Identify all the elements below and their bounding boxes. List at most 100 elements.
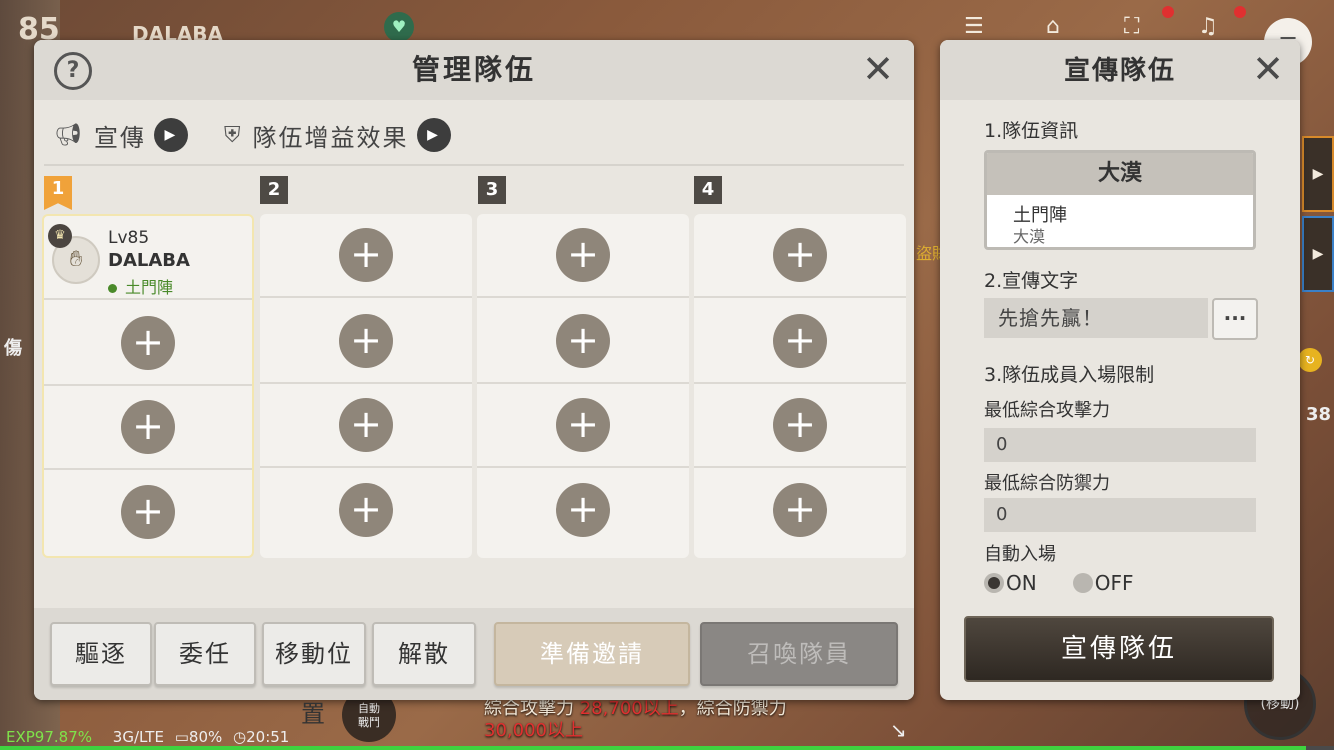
divider <box>44 164 904 166</box>
team-buff-link[interactable]: ⛨ 隊伍增益效果 ▶ <box>224 118 451 152</box>
add-member-button[interactable]: + <box>339 314 393 368</box>
network-status: 3G/LTE <box>112 728 164 746</box>
play-icon[interactable]: ▶ <box>416 118 451 152</box>
section-team-info: 1.隊伍資訊 <box>984 120 1079 142</box>
add-member-button[interactable]: + <box>773 228 827 282</box>
clock-time: 20:51 <box>246 728 290 746</box>
notification-dot <box>1234 6 1246 18</box>
move-position-button[interactable]: 移動位置 <box>262 622 366 728</box>
guild-icon[interactable]: ⌂ <box>1046 14 1060 39</box>
play-icon[interactable]: ▶ <box>153 118 188 152</box>
min-defense-label: 最低綜合防禦力 <box>984 473 1110 494</box>
empty-slot: + <box>477 300 689 384</box>
disband-button[interactable]: 解散 <box>372 622 476 686</box>
empty-slot: + <box>260 300 472 384</box>
close-button[interactable]: ✕ <box>1246 46 1290 92</box>
promote-team-panel: 宣傳隊伍 ✕ 1.隊伍資訊 大漠 土門陣 大漠 2.宣傳文字 先搶先贏！ ···… <box>940 40 1300 700</box>
add-member-button[interactable]: + <box>556 228 610 282</box>
section-entry-limits: 3.隊伍成員入場限制 <box>984 364 1155 386</box>
notification-dot <box>1162 6 1174 18</box>
party-number-4: 4 <box>694 176 722 204</box>
empty-slot: + <box>694 214 906 298</box>
add-member-button[interactable]: + <box>339 228 393 282</box>
manage-team-panel: ? 管理隊伍 ✕ 📢︎ 宣傳 ▶ ⛨ 隊伍增益效果 ▶ 1 2 3 4 ✋︎ ♛… <box>34 40 914 728</box>
member-class: 土門陣 <box>108 274 173 298</box>
empty-slot: + <box>477 214 689 298</box>
team-buff-label: 隊伍增益效果 <box>252 123 409 152</box>
party-column-3: + + + + <box>477 214 689 558</box>
add-member-button[interactable]: + <box>121 485 175 539</box>
side-label: 傷 <box>4 338 22 359</box>
auto-join-on-label: ON <box>1006 571 1037 595</box>
auto-join-radio-group: ON OFF <box>984 570 1169 596</box>
close-button[interactable]: ✕ <box>856 46 900 92</box>
member-slot-leader[interactable]: ✋︎ ♛ Lv85 DALABA 土門陣 <box>44 216 252 300</box>
kick-button[interactable]: 驅逐 <box>50 622 152 686</box>
party-column-2: + + + + <box>260 214 472 558</box>
team-info-map: 大漠 <box>1013 227 1046 246</box>
add-member-button[interactable]: + <box>121 316 175 370</box>
auto-join-on-option[interactable]: ON <box>984 571 1037 595</box>
team-requirement-notice: 綜合攻擊力 28,700以上，綜合防禦力 30,000以上 <box>484 698 787 741</box>
promo-text-field[interactable]: 先搶先贏！ <box>984 298 1208 338</box>
exp-readout: EXP97.87% <box>6 728 92 746</box>
team-info-box: 大漠 土門陣 大漠 <box>984 150 1256 250</box>
ready-invite-button[interactable]: 準備邀請 <box>494 622 690 686</box>
party-number-3: 3 <box>478 176 506 204</box>
shop-icon[interactable]: ⛶ <box>1124 14 1139 39</box>
add-member-button[interactable]: + <box>339 398 393 452</box>
min-attack-input[interactable]: 0 <box>984 428 1256 462</box>
battery-icon: ▭ <box>174 728 189 746</box>
add-member-button[interactable]: + <box>556 483 610 537</box>
empty-slot: + <box>44 386 252 470</box>
add-member-button[interactable]: + <box>556 398 610 452</box>
radio-off[interactable] <box>1072 573 1093 593</box>
panel-toolbar: 📢︎ 宣傳 ▶ ⛨ 隊伍增益效果 ▶ <box>34 110 914 160</box>
party-number-1: 1 <box>44 176 72 210</box>
megaphone-icon: 📢︎ <box>54 122 84 148</box>
refresh-icon[interactable]: ↻ <box>1298 348 1322 372</box>
action-bar: 驅逐 委任 移動位置 解散 準備邀請 召喚隊員 <box>34 608 914 728</box>
team-info-header: 大漠 <box>987 153 1253 195</box>
menu-grid-icon[interactable]: ☰ <box>964 14 984 39</box>
member-name: DALABA <box>108 250 190 271</box>
online-dot-icon <box>108 284 117 293</box>
add-member-button[interactable]: + <box>773 398 827 452</box>
add-member-button[interactable]: + <box>339 483 393 537</box>
section-promo-text: 2.宣傳文字 <box>984 270 1079 292</box>
add-member-button[interactable]: + <box>773 483 827 537</box>
delegate-button[interactable]: 委任 <box>154 622 256 686</box>
promote-team-button[interactable]: 宣傳隊伍 <box>964 616 1274 682</box>
exp-bar <box>0 746 1334 750</box>
panel-title: 管理隊伍 <box>411 53 536 86</box>
promote-link[interactable]: 📢︎ 宣傳 ▶ <box>54 118 188 152</box>
more-options-button[interactable]: ··· <box>1212 298 1258 340</box>
add-member-button[interactable]: + <box>556 314 610 368</box>
summon-members-button[interactable]: 召喚隊員 <box>700 622 898 686</box>
side-tab-arrow[interactable]: ▶ <box>1302 216 1334 292</box>
empty-slot: + <box>477 384 689 468</box>
add-member-button[interactable]: + <box>773 314 827 368</box>
empty-slot: + <box>694 384 906 468</box>
add-member-button[interactable]: + <box>121 400 175 454</box>
auto-join-off-label: OFF <box>1094 571 1134 595</box>
empty-slot: + <box>260 384 472 468</box>
bell-icon[interactable]: ♫ <box>1198 14 1218 39</box>
auto-join-label: 自動入場 <box>984 544 1056 565</box>
member-level: Lv85 <box>108 228 150 248</box>
min-defense-input[interactable]: 0 <box>984 498 1256 532</box>
side-tab-arrow[interactable]: ▶ <box>1302 136 1334 212</box>
auto-join-off-option[interactable]: OFF <box>1072 571 1134 595</box>
party-number-2: 2 <box>260 176 288 204</box>
heart-icon[interactable]: ♥ <box>384 12 414 42</box>
empty-slot: + <box>44 302 252 386</box>
empty-slot: + <box>260 468 472 552</box>
empty-slot: + <box>477 468 689 552</box>
radio-on[interactable] <box>984 573 1004 593</box>
promote-label: 宣傳 <box>93 123 146 152</box>
crown-icon: ♛ <box>48 224 72 248</box>
empty-slot: + <box>44 470 252 554</box>
min-attack-label: 最低綜合攻擊力 <box>984 400 1110 421</box>
party-column-1: ✋︎ ♛ Lv85 DALABA 土門陣 + + + <box>42 214 254 558</box>
expand-arrow-icon[interactable]: ↘ <box>890 718 907 742</box>
